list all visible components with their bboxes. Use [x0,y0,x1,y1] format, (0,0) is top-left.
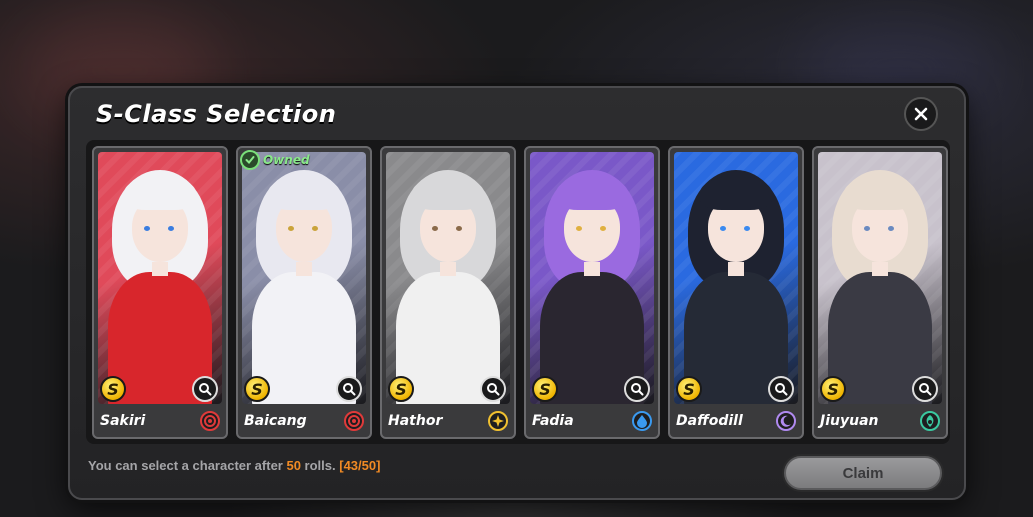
character-portrait [674,152,798,404]
roll-requirement-text: You can select a character after 50 roll… [88,458,380,473]
required-rolls: 50 [286,458,301,473]
owned-tag: Owned [240,150,310,170]
magnifier-icon [631,383,644,396]
roll-requirement-prefix: You can select a character after [88,458,287,473]
character-name: Sakiri [100,413,146,429]
selection-modal: S-Class Selection S Sakiri Owned S Baicang … [68,86,966,500]
inspect-button[interactable] [768,376,794,402]
water-element-icon [632,411,652,431]
character-name: Daffodill [676,413,743,429]
character-name: Jiuyuan [820,413,879,429]
check-icon [240,150,260,170]
character-card[interactable]: S Sakiri [92,146,228,439]
magnifier-icon [775,383,788,396]
character-portrait [98,152,222,404]
character-portrait [386,152,510,404]
s-rank-badge: S [532,376,558,402]
fire-element-icon [344,411,364,431]
character-name: Hathor [388,413,443,429]
character-name: Baicang [244,413,307,429]
close-icon [914,107,928,121]
s-rank-badge: S [100,376,126,402]
wind-element-icon [920,411,940,431]
magnifier-icon [199,383,212,396]
character-card[interactable]: S Daffodill [668,146,804,439]
modal-title: S-Class Selection [96,100,337,128]
s-rank-badge: S [388,376,414,402]
character-card[interactable]: S Jiuyuan [812,146,948,439]
character-card[interactable]: S Hathor [380,146,516,439]
inspect-button[interactable] [192,376,218,402]
s-rank-badge: S [820,376,846,402]
character-portrait [530,152,654,404]
roll-progress: [43/50] [339,458,381,473]
roll-requirement-middle: rolls. [300,458,340,473]
character-card[interactable]: Owned S Baicang [236,146,372,439]
inspect-button[interactable] [912,376,938,402]
s-rank-badge: S [244,376,270,402]
magnifier-icon [487,383,500,396]
character-card[interactable]: S Fadia [524,146,660,439]
character-portrait [818,152,942,404]
claim-button[interactable]: Claim [784,456,942,490]
close-button[interactable] [904,97,938,131]
light-element-icon [488,411,508,431]
magnifier-icon [919,383,932,396]
moon-element-icon [776,411,796,431]
s-rank-badge: S [676,376,702,402]
character-portrait [242,152,366,404]
character-cards-area: S Sakiri Owned S Baicang S Hathor S Fadia [86,140,950,444]
inspect-button[interactable] [480,376,506,402]
inspect-button[interactable] [624,376,650,402]
character-name: Fadia [532,413,574,429]
owned-label: Owned [263,153,310,167]
inspect-button[interactable] [336,376,362,402]
magnifier-icon [343,383,356,396]
fire-element-icon [200,411,220,431]
